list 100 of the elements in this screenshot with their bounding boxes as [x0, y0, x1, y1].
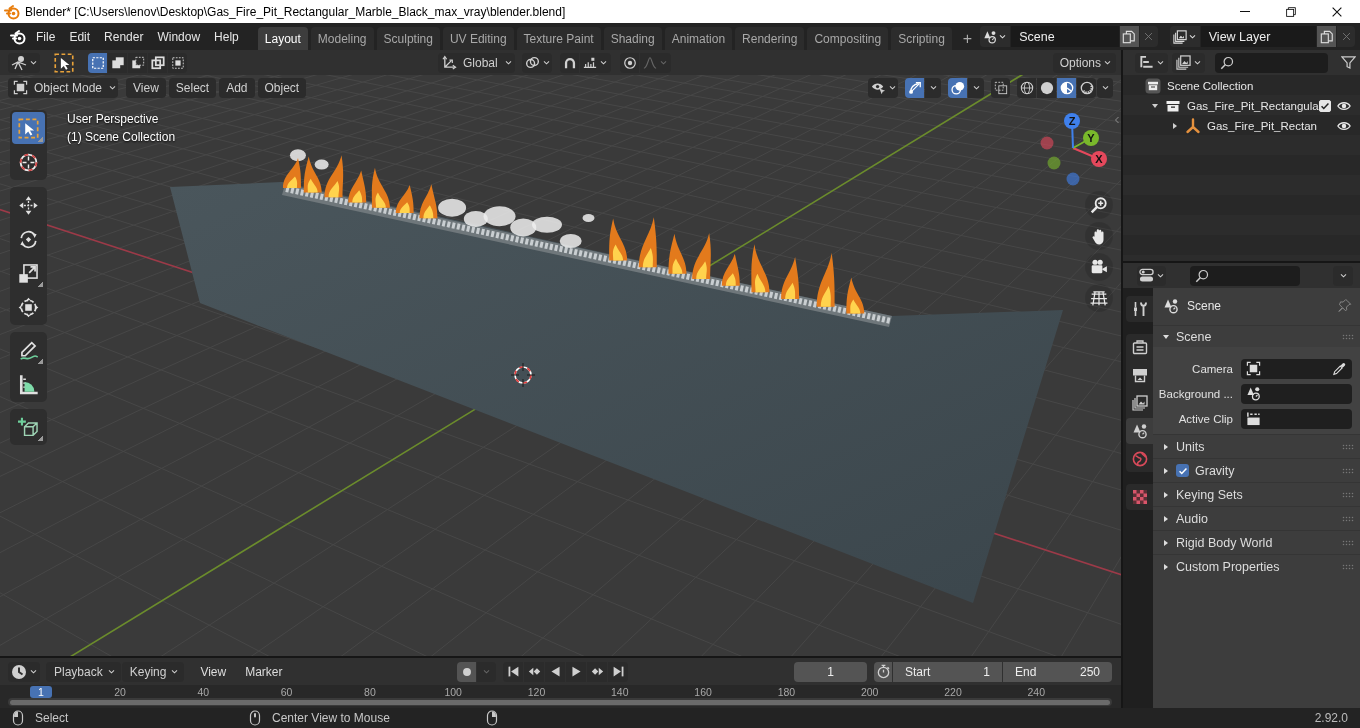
menu-button[interactable]: Select	[168, 77, 217, 98]
view-layer-browse-button[interactable]	[1169, 26, 1200, 47]
shading-options-dropdown[interactable]	[1097, 77, 1113, 98]
input-field[interactable]	[1241, 358, 1352, 379]
play-button[interactable]	[566, 661, 587, 682]
orthographic-toggle[interactable]	[1085, 284, 1113, 312]
overlay-options-dropdown[interactable]	[925, 77, 941, 98]
menu-button[interactable]: View	[191, 661, 236, 682]
axis-handle[interactable]: Z	[1064, 113, 1080, 149]
disclosure-triangle-icon[interactable]	[1171, 122, 1179, 130]
solid-shading-button[interactable]	[1037, 77, 1056, 98]
active-tool-button[interactable]	[52, 51, 76, 74]
start-frame-field[interactable]: Start 1	[893, 661, 1002, 682]
previous-keyframe-button[interactable]	[524, 661, 545, 682]
eye-icon[interactable]	[1337, 119, 1351, 133]
menu-button[interactable]: Add	[219, 77, 255, 98]
menu-dropdown[interactable]: Playback	[46, 661, 121, 682]
disclosure-triangle-icon[interactable]	[1151, 102, 1159, 110]
play-reverse-button[interactable]	[545, 661, 566, 682]
preview-range-toggle[interactable]	[874, 661, 892, 682]
axis-handle[interactable]: X	[1072, 147, 1107, 167]
new-view-layer-button[interactable]	[1317, 26, 1336, 47]
input-field[interactable]	[1241, 383, 1352, 404]
workspace-tab[interactable]: Shading	[603, 27, 662, 50]
camera-view-button[interactable]	[1085, 253, 1113, 281]
filter-dropdown[interactable]	[1172, 52, 1205, 73]
gizmo-toggle[interactable]	[905, 77, 924, 98]
workspace-tab[interactable]: Texture Paint	[516, 27, 601, 50]
view-layer-name-field[interactable]: View Layer	[1200, 26, 1316, 47]
axis-handle[interactable]	[1047, 156, 1061, 170]
axis-handle[interactable]	[1066, 172, 1080, 186]
select-box-tool[interactable]	[12, 112, 45, 144]
pivot-point-dropdown[interactable]	[522, 52, 552, 73]
pin-icon[interactable]	[1338, 298, 1352, 313]
editor-type-button[interactable]	[8, 52, 40, 73]
display-mode-dropdown[interactable]	[1135, 52, 1168, 73]
proportional-editing-toggle[interactable]	[620, 52, 639, 73]
transform-orientation-dropdown[interactable]: Global	[438, 52, 515, 73]
material-preview-button[interactable]	[1057, 77, 1076, 98]
workspace-tab[interactable]: Sculpting	[376, 27, 440, 50]
workspace-tab[interactable]: Scripting	[891, 27, 952, 50]
workspace-tab[interactable]: Rendering	[735, 27, 805, 50]
scrollbar[interactable]	[8, 698, 1112, 706]
end-frame-field[interactable]: End 250	[1003, 661, 1112, 682]
3d-cursor-icon[interactable]	[510, 362, 536, 388]
jump-to-end-button[interactable]	[608, 661, 629, 682]
jump-to-start-button[interactable]	[503, 661, 524, 682]
selection-mode-button[interactable]	[88, 52, 107, 73]
scene-tab[interactable]	[1126, 418, 1153, 444]
fire-pit-drawing[interactable]	[170, 149, 1063, 603]
overlays-toggle[interactable]	[948, 77, 967, 98]
workspace-tab[interactable]: Compositing	[807, 27, 889, 50]
menu-item[interactable]: Help	[207, 25, 246, 48]
search-field[interactable]	[1215, 52, 1328, 73]
eye-icon[interactable]	[1337, 99, 1351, 113]
current-frame-field[interactable]: 1	[794, 661, 867, 682]
add-workspace-button[interactable]: +	[954, 27, 981, 50]
axis-handle[interactable]: Y	[1072, 130, 1099, 149]
pan-button[interactable]	[1085, 222, 1113, 250]
menu-button[interactable]: View	[126, 77, 166, 98]
next-keyframe-button[interactable]	[587, 661, 608, 682]
wireframe-shading-button[interactable]	[1017, 77, 1036, 98]
eyedropper-icon[interactable]	[1332, 361, 1347, 376]
selection-mode-button[interactable]	[108, 52, 127, 73]
outliner-item-label[interactable]: Scene Collection	[1167, 80, 1254, 92]
overlay-options-dropdown[interactable]	[968, 77, 984, 98]
options-dropdown[interactable]: Options	[1052, 52, 1116, 73]
menu-button[interactable]: Object	[257, 77, 307, 98]
menu-dropdown[interactable]: Keying	[121, 661, 185, 682]
menu-item[interactable]: File	[29, 25, 63, 48]
visibility-dropdown[interactable]	[868, 77, 898, 98]
scene-name-field[interactable]: Scene	[1011, 26, 1119, 47]
workspace-tab[interactable]: Layout	[257, 27, 308, 50]
snap-toggle[interactable]	[560, 52, 579, 73]
xray-toggle[interactable]	[991, 77, 1010, 98]
selection-mode-button[interactable]	[148, 52, 167, 73]
selection-mode-button[interactable]	[168, 52, 187, 73]
outliner-item-label[interactable]: Gas_Fire_Pit_Rectangula	[1187, 100, 1319, 112]
rendered-shading-button[interactable]	[1077, 77, 1096, 98]
selection-mode-button[interactable]	[128, 52, 147, 73]
checkbox[interactable]	[1319, 100, 1331, 112]
scene-browse-button[interactable]	[980, 26, 1011, 47]
snap-target-dropdown[interactable]	[580, 52, 611, 73]
menu-item[interactable]: Edit	[62, 25, 98, 48]
playhead-frame[interactable]: 1	[30, 686, 52, 698]
auto-keying-toggle[interactable]	[457, 661, 477, 682]
checkbox[interactable]	[1176, 464, 1189, 477]
menu-item[interactable]: Render	[97, 25, 151, 48]
options-dropdown[interactable]	[1333, 265, 1353, 286]
search-field[interactable]	[1190, 265, 1300, 286]
axis-handle[interactable]	[1040, 136, 1054, 150]
workspace-tab[interactable]: Modeling	[310, 27, 374, 50]
zoom-button[interactable]	[1085, 191, 1113, 219]
outliner-item-label[interactable]: Gas_Fire_Pit_Rectan	[1207, 120, 1317, 132]
menu-item[interactable]: Window	[150, 25, 208, 48]
new-scene-button[interactable]	[1119, 26, 1139, 47]
workspace-tab[interactable]: UV Editing	[442, 27, 514, 50]
menu-button[interactable]: Marker	[236, 661, 292, 682]
input-field[interactable]	[1241, 408, 1352, 429]
mode-dropdown[interactable]: Object Mode	[8, 77, 118, 98]
